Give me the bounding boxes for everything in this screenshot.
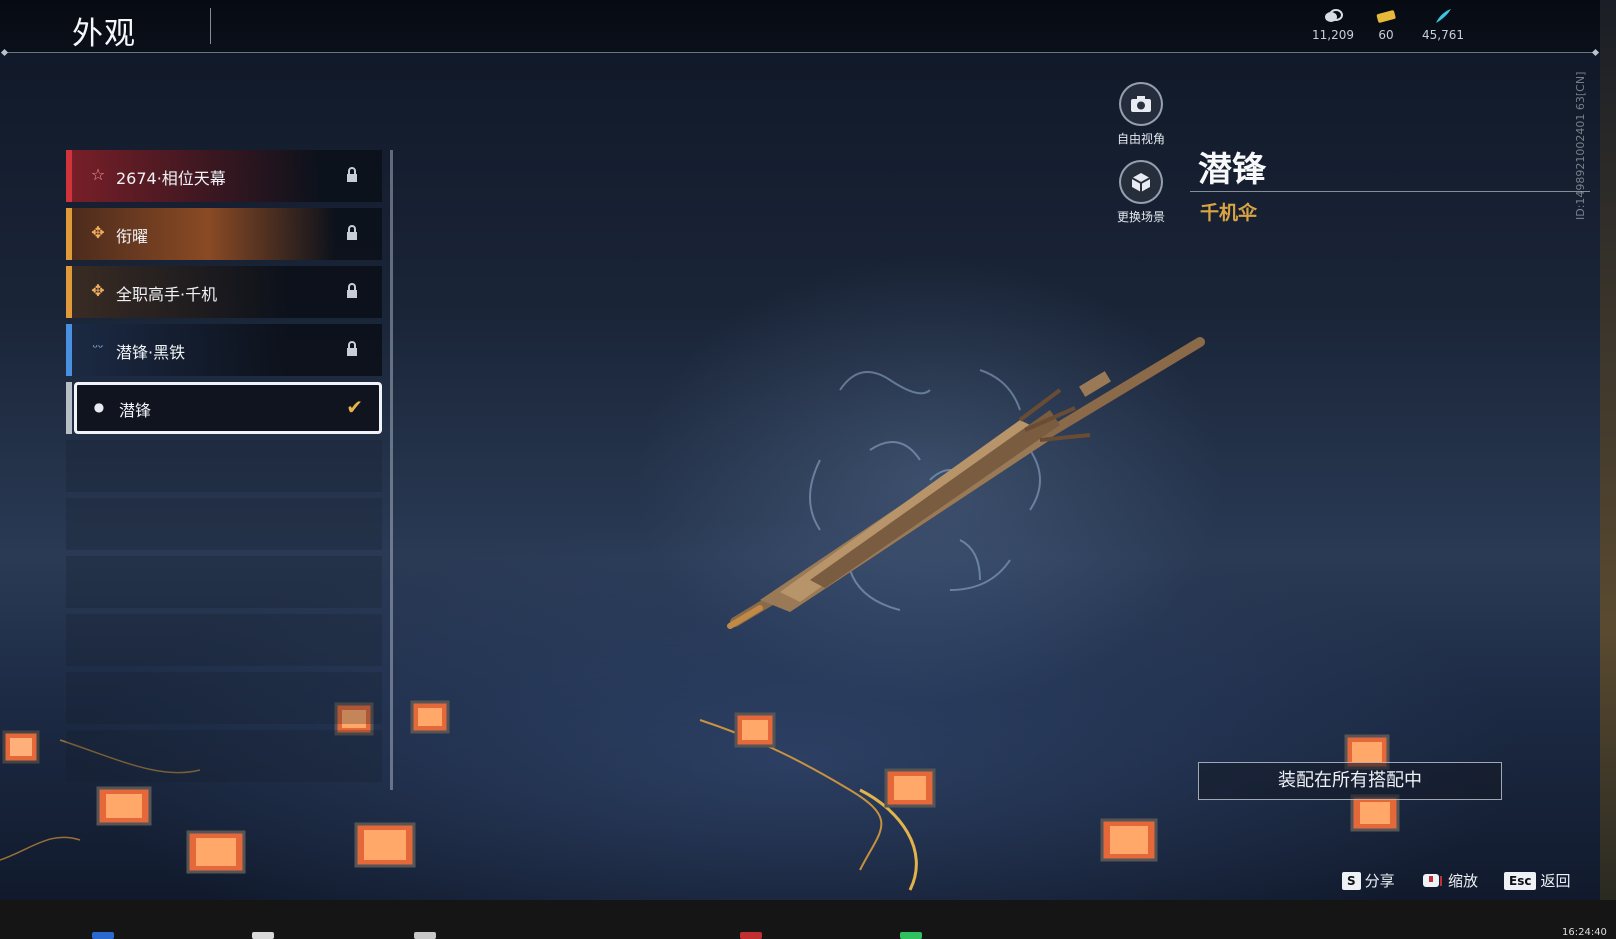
empty-slot — [66, 730, 382, 782]
lantern — [186, 830, 246, 874]
camera-ring — [1119, 82, 1163, 126]
taskbar-app[interactable] — [740, 932, 762, 939]
currency-feathers: 45,761 — [1416, 8, 1470, 42]
check-icon: ✔ — [346, 395, 363, 419]
skin-item-label: 全职高手·千机 — [116, 285, 218, 304]
currency-tickets: 60 — [1366, 8, 1406, 42]
lantern — [884, 768, 936, 808]
free-view-label: 自由视角 — [1116, 132, 1165, 146]
scene-ring — [1119, 160, 1163, 204]
currency-feathers-value: 45,761 — [1422, 28, 1464, 42]
desktop-edge — [1600, 0, 1616, 900]
rarity-bar — [66, 266, 72, 318]
skin-list: ☆ 2674·相位天幕 ✥ 衔曜 ✥ 全职高手·千机 ᵕᵕ 潜锋·黑铁 ● 潜锋… — [66, 150, 384, 788]
currency-coins-value: 11,209 — [1312, 28, 1354, 42]
skin-item-label: 衔曜 — [116, 227, 149, 246]
rarity-bar — [66, 150, 72, 202]
taskbar-clock: 16:24:40 — [1562, 927, 1607, 938]
empty-slot — [66, 614, 382, 666]
empty-slot — [66, 498, 382, 550]
skin-item-label: 2674·相位天幕 — [116, 169, 226, 188]
skin-item-quanzhi[interactable]: ✥ 全职高手·千机 — [66, 266, 382, 318]
star-icon: ☆ — [90, 165, 106, 184]
feather-icon — [1436, 9, 1451, 23]
rarity-bar — [66, 208, 72, 260]
taskbar-app[interactable] — [414, 932, 436, 939]
taskbar-app[interactable] — [92, 932, 114, 939]
item-name-divider — [1190, 191, 1590, 192]
skin-item-phase-canopy[interactable]: ☆ 2674·相位天幕 — [66, 150, 382, 202]
lantern — [1100, 818, 1158, 862]
title-divider — [210, 8, 211, 44]
page-title: 外观 — [72, 16, 136, 52]
coin-stack-icon — [1325, 9, 1343, 22]
lock-icon — [347, 167, 357, 182]
back-label: 返回 — [1540, 872, 1571, 890]
mouse-wheel-icon — [1423, 873, 1442, 887]
empty-slot — [66, 440, 382, 492]
lantern — [734, 712, 776, 748]
empty-slot — [66, 556, 382, 608]
equip-all-button[interactable]: 装配在所有搭配中 — [1198, 762, 1502, 800]
skin-item-qianfeng[interactable]: ● 潜锋 ✔ — [74, 382, 382, 434]
item-type: 千机伞 — [1200, 202, 1258, 224]
back-hint[interactable]: Esc 返回 — [1504, 870, 1570, 891]
wings-icon: ᵕᵕ — [92, 341, 104, 356]
ticket-icon — [1376, 10, 1396, 23]
item-name: 潜锋 — [1198, 150, 1266, 190]
skin-item-label: 潜锋 — [119, 401, 152, 420]
taskbar-app[interactable] — [252, 932, 274, 939]
list-scrollbar[interactable] — [390, 150, 393, 790]
flower-icon: ✥ — [91, 223, 105, 242]
lantern — [410, 700, 450, 734]
skin-item-label: 潜锋·黑铁 — [116, 343, 186, 362]
change-scene-button[interactable]: 更换场景 — [1096, 160, 1186, 225]
taskbar-app[interactable] — [900, 932, 922, 939]
flower-icon: ✥ — [91, 281, 105, 300]
empty-slot — [66, 672, 382, 724]
skin-item-xianyao[interactable]: ✥ 衔曜 — [66, 208, 382, 260]
currency-tickets-value: 60 — [1378, 28, 1394, 42]
lantern — [2, 730, 40, 764]
share-hint[interactable]: S 分享 — [1342, 870, 1395, 891]
lock-icon — [347, 341, 357, 356]
lock-icon — [347, 283, 357, 298]
esc-key: Esc — [1504, 871, 1537, 890]
lantern — [354, 822, 416, 868]
player-id: ID:1498921002401 63[CN] — [1574, 71, 1587, 220]
lock-icon — [347, 225, 357, 240]
share-key: S — [1342, 871, 1361, 890]
drop-icon: ● — [93, 400, 105, 414]
cube-icon — [1131, 173, 1151, 192]
camera-icon — [1131, 96, 1151, 112]
rarity-bar — [66, 382, 72, 434]
change-scene-label: 更换场景 — [1116, 210, 1165, 224]
share-label: 分享 — [1364, 872, 1395, 890]
lantern — [96, 786, 152, 826]
top-bar: 外观 11,209 60 45,761 — [0, 0, 1600, 52]
os-taskbar — [0, 900, 1616, 939]
umbrella-weapon — [727, 337, 1205, 629]
zoom-hint[interactable]: 缩放 — [1422, 870, 1478, 891]
top-divider — [4, 52, 1596, 53]
zoom-label: 缩放 — [1448, 872, 1479, 890]
skin-item-qianfeng-black-iron[interactable]: ᵕᵕ 潜锋·黑铁 — [66, 324, 382, 376]
currency-coins: 11,209 — [1308, 8, 1358, 42]
free-view-button[interactable]: 自由视角 — [1096, 82, 1186, 147]
rarity-bar — [66, 324, 72, 376]
